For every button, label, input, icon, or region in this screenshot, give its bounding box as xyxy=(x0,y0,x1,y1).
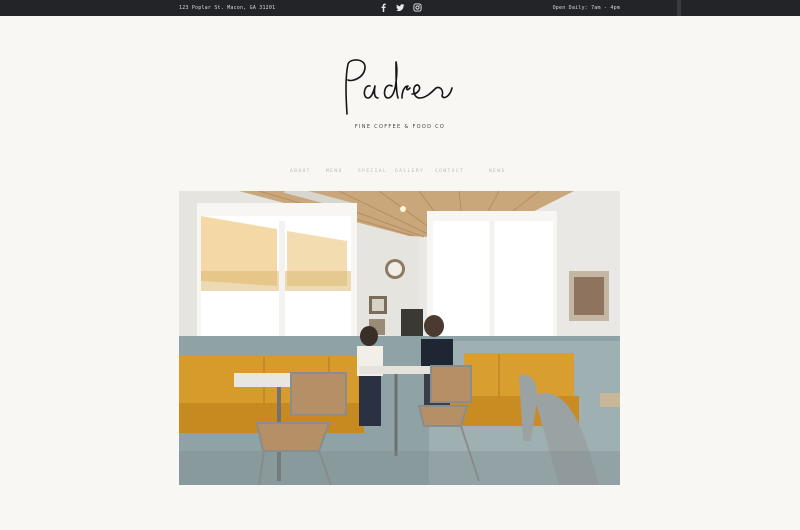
main-navigation: ABOUT MENU SPECIAL GALLERY CONTACT NEWS xyxy=(270,169,530,177)
address-text: 123 Poplar St. Macon, GA 31201 xyxy=(179,5,276,11)
scrollbar-thumb[interactable] xyxy=(677,0,681,16)
twitter-icon[interactable] xyxy=(396,3,405,12)
brand-logo[interactable] xyxy=(340,58,460,118)
hours-text: Open Daily: 7am - 4pm xyxy=(552,5,620,11)
adjacent-photo-edge xyxy=(600,393,620,407)
hero-photo-cafe-interior xyxy=(179,191,620,485)
social-links xyxy=(379,3,422,12)
nav-special[interactable]: SPECIAL xyxy=(358,169,387,174)
brand-tagline: FINE COFFEE & FOOD CO xyxy=(354,124,446,130)
padre-script-logo xyxy=(345,59,453,115)
nav-contact[interactable]: CONTACT xyxy=(435,169,464,174)
nav-menu[interactable]: MENU xyxy=(326,169,343,174)
facebook-icon[interactable] xyxy=(379,3,388,12)
instagram-icon[interactable] xyxy=(413,3,422,12)
nav-news[interactable]: NEWS xyxy=(489,169,506,174)
nav-about[interactable]: ABOUT xyxy=(290,169,311,174)
nav-gallery[interactable]: GALLERY xyxy=(395,169,424,174)
